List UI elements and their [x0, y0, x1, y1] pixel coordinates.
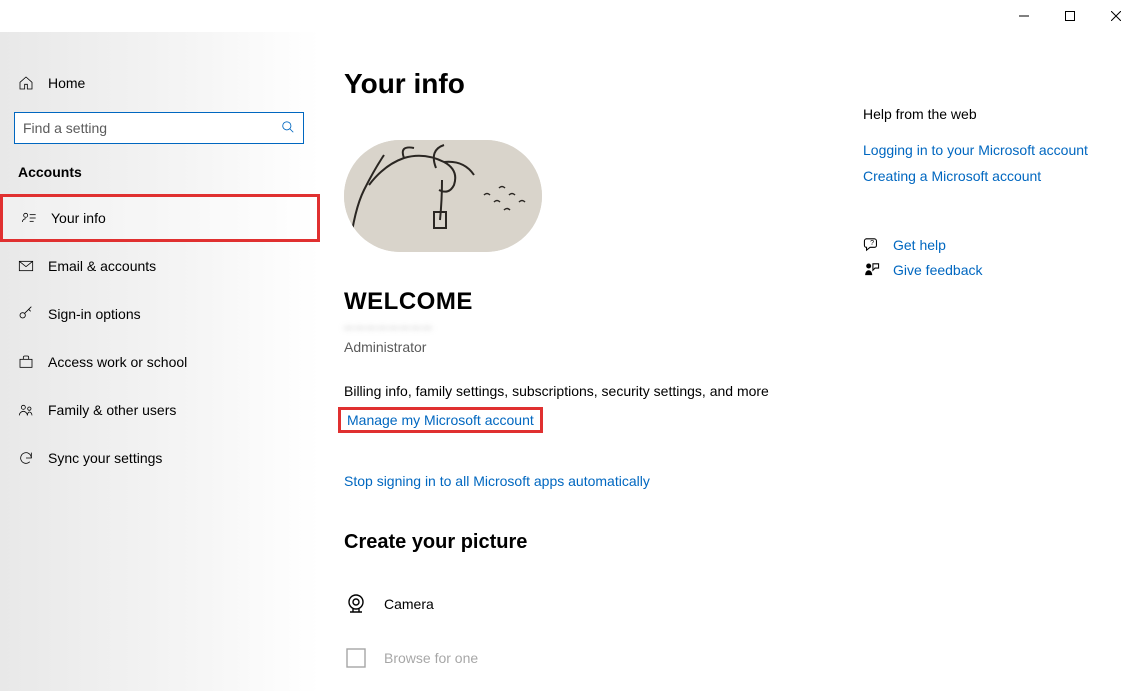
help-title: Help from the web: [863, 106, 1115, 122]
sidebar-item-label: Access work or school: [48, 354, 187, 370]
maximize-button[interactable]: [1047, 0, 1093, 32]
briefcase-icon: [18, 354, 48, 370]
help-link-create[interactable]: Creating a Microsoft account: [863, 168, 1115, 184]
person-card-icon: [21, 210, 51, 226]
browse-icon: [344, 646, 384, 670]
minimize-button[interactable]: [1001, 0, 1047, 32]
home-icon: [18, 75, 48, 91]
sidebar-item-family-users[interactable]: Family & other users: [0, 386, 320, 434]
search-input[interactable]: [23, 120, 281, 136]
close-button[interactable]: [1093, 0, 1139, 32]
sidebar-item-your-info[interactable]: Your info: [0, 194, 320, 242]
get-help-label: Get help: [893, 237, 946, 253]
browse-label: Browse for one: [384, 650, 478, 666]
give-feedback-label: Give feedback: [893, 262, 983, 278]
sidebar-item-label: Family & other users: [48, 402, 176, 418]
mail-icon: [18, 258, 48, 274]
back-button[interactable]: [14, 32, 54, 48]
nav-home-label: Home: [48, 75, 85, 91]
profile-picture: [344, 140, 542, 252]
help-panel: Help from the web Logging in to your Mic…: [855, 42, 1115, 691]
titlebar: [0, 0, 1139, 32]
camera-label: Camera: [384, 596, 434, 612]
user-name: WELCOME: [344, 288, 855, 316]
sidebar-item-label: Sign-in options: [48, 306, 141, 322]
sidebar-section-title: Accounts: [0, 158, 320, 194]
billing-description: Billing info, family settings, subscript…: [344, 383, 855, 399]
sidebar-item-label: Email & accounts: [48, 258, 156, 274]
user-role: Administrator: [344, 339, 855, 355]
give-feedback-link[interactable]: Give feedback: [863, 261, 1115, 278]
sidebar: Settings Home Accounts Your inf: [0, 32, 320, 691]
search-icon: [281, 120, 295, 137]
create-picture-heading: Create your picture: [344, 531, 855, 554]
camera-option[interactable]: Camera: [344, 580, 855, 628]
page-title: Your info: [344, 68, 855, 100]
manage-account-link[interactable]: Manage my Microsoft account: [338, 407, 543, 433]
help-link-login[interactable]: Logging in to your Microsoft account: [863, 142, 1115, 158]
sidebar-item-email-accounts[interactable]: Email & accounts: [0, 242, 320, 290]
sidebar-item-label: Sync your settings: [48, 450, 162, 466]
feedback-icon: [863, 261, 893, 278]
people-icon: [18, 402, 48, 418]
user-email: ────────: [344, 320, 855, 335]
sidebar-item-signin-options[interactable]: Sign-in options: [0, 290, 320, 338]
stop-signin-link[interactable]: Stop signing in to all Microsoft apps au…: [344, 473, 650, 489]
nav-home[interactable]: Home: [0, 62, 320, 104]
camera-icon: [344, 592, 384, 616]
content-area: Your info WELCOME ──────── Administrator…: [320, 32, 1139, 691]
sync-icon: [18, 450, 48, 466]
sidebar-item-label: Your info: [51, 210, 106, 226]
sidebar-item-sync-settings[interactable]: Sync your settings: [0, 434, 320, 482]
sidebar-item-access-work-school[interactable]: Access work or school: [0, 338, 320, 386]
browse-option[interactable]: Browse for one: [344, 634, 855, 682]
svg-text:?: ?: [870, 239, 874, 247]
get-help-icon: ?: [863, 236, 893, 253]
key-icon: [18, 306, 48, 322]
search-box[interactable]: [14, 112, 304, 144]
get-help-link[interactable]: ? Get help: [863, 236, 1115, 253]
